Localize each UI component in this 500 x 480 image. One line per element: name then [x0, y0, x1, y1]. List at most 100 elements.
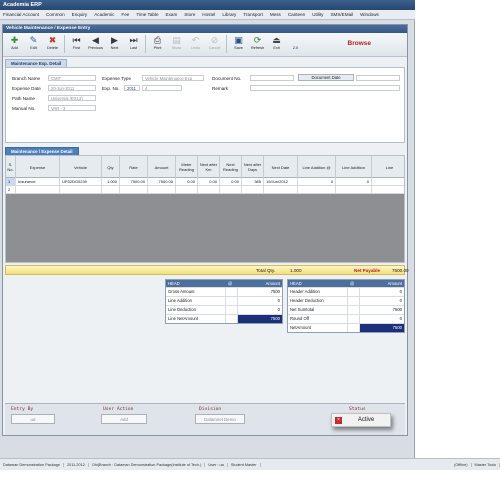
remark-field[interactable] — [250, 85, 400, 91]
column-header[interactable]: Line Addition — [336, 156, 372, 178]
undo-button[interactable]: ↶ Undo — [186, 35, 205, 55]
column-header[interactable]: Meter Reading — [176, 156, 198, 178]
column-header[interactable]: Amount — [148, 156, 176, 178]
document-date-button[interactable]: Document Date — [298, 74, 354, 81]
status-active-chip[interactable]: × Active — [331, 413, 391, 427]
table-cell[interactable] — [372, 178, 404, 186]
summary-rate[interactable] — [348, 315, 360, 323]
menu-item[interactable]: Utility — [312, 12, 323, 17]
table-cell[interactable] — [102, 186, 120, 194]
menu-item[interactable]: SMS/EMail — [330, 12, 353, 17]
table-cell[interactable] — [242, 186, 264, 194]
menu-item[interactable]: Library — [222, 12, 236, 17]
close-icon[interactable]: × — [335, 416, 342, 424]
menu-item[interactable]: Common — [46, 12, 65, 17]
menu-item[interactable]: Store — [184, 12, 195, 17]
summary-rate[interactable] — [348, 288, 360, 296]
expense-type-field[interactable]: Vehicle Maintenance Exp — [142, 75, 204, 81]
summary-rate[interactable] — [226, 315, 238, 323]
menu-item[interactable]: Mess — [270, 12, 281, 17]
table-cell[interactable] — [198, 186, 220, 194]
cancel-button[interactable]: ⊘ Cancel — [205, 35, 224, 55]
tab-maintenance-exp-detail[interactable]: Maintenance Exp. Detail — [5, 59, 68, 67]
menu-item[interactable]: Fee — [121, 12, 129, 17]
table-cell[interactable]: 0.00 — [176, 178, 198, 186]
table-cell[interactable] — [176, 186, 198, 194]
table-cell[interactable]: 1.000 — [102, 178, 120, 186]
table-cell[interactable]: 0.00 — [198, 178, 220, 186]
delete-button[interactable]: ✖ Delete — [43, 35, 62, 55]
table-cell[interactable]: 7500.00 — [148, 178, 176, 186]
column-header[interactable]: Line — [372, 156, 404, 178]
table-row[interactable]: 1 Insurance UP32DG0239 1.000 7500.00 7500.00 0… — [6, 178, 404, 186]
column-header[interactable]: Next after Km — [198, 156, 220, 178]
table-cell[interactable]: 365 — [242, 178, 264, 186]
branch-field[interactable]: CMIT — [48, 75, 96, 81]
exp-no-field[interactable]: 4 — [142, 85, 182, 91]
column-header[interactable]: Rate — [120, 156, 148, 178]
menu-item[interactable]: Academic — [94, 12, 114, 17]
document-no-field[interactable] — [250, 75, 294, 81]
summary-rate[interactable] — [348, 306, 360, 314]
last-button[interactable]: ⏭ Last — [124, 35, 143, 55]
browse-link[interactable]: Browse — [348, 40, 371, 47]
column-header[interactable]: Next after Days — [242, 156, 264, 178]
path-field[interactable]: Universal (EX13) — [48, 95, 96, 101]
table-cell[interactable] — [220, 186, 242, 194]
column-header[interactable]: Next Reading — [220, 156, 242, 178]
manual-no-field[interactable]: VAR - 3 — [48, 105, 96, 111]
menu-item[interactable]: Windows — [360, 12, 379, 17]
table-cell[interactable]: 7500.00 — [120, 178, 148, 186]
table-cell[interactable] — [336, 186, 372, 194]
menu-item[interactable]: Canteen — [288, 12, 305, 17]
column-header[interactable]: Next Date — [264, 156, 298, 178]
table-cell[interactable]: 0 — [336, 178, 372, 186]
add-button[interactable]: ✚ Add — [5, 35, 24, 55]
exp-no-year-field[interactable]: 2011 — [124, 85, 140, 91]
expense-date-field[interactable]: 20-Jun-2011 — [48, 85, 96, 91]
table-cell[interactable] — [298, 186, 336, 194]
column-header[interactable]: Qty — [102, 156, 120, 178]
exit-button[interactable]: ⏏ Exit — [267, 35, 286, 55]
print-button[interactable]: ⎙ Print — [148, 35, 167, 55]
table-cell[interactable] — [120, 186, 148, 194]
menu-item[interactable]: Financial Account — [3, 12, 39, 17]
show-button[interactable]: ▤ Show — [167, 35, 186, 55]
entry-by-field: ua — [11, 414, 55, 424]
save-button[interactable]: ▣ Save — [229, 35, 248, 55]
table-cell[interactable] — [372, 186, 404, 194]
document-date-field[interactable] — [356, 75, 400, 81]
summary-rate[interactable] — [226, 297, 238, 305]
table-cell[interactable]: Insurance — [16, 178, 60, 186]
summary-rate[interactable] — [226, 288, 238, 296]
summary-rate[interactable] — [348, 297, 360, 305]
menu-item[interactable]: Exam — [166, 12, 178, 17]
table-cell[interactable] — [60, 186, 102, 194]
first-button[interactable]: ⏮ First — [67, 35, 86, 55]
menu-item[interactable]: Enquiry — [72, 12, 88, 17]
menu-item[interactable]: Time Table — [136, 12, 158, 17]
column-header[interactable]: Expense — [16, 156, 60, 178]
previous-button[interactable]: ◀ Previous — [86, 35, 105, 55]
tab-maintenance-expense-detail[interactable]: Maintenance / Expense Detail — [5, 147, 79, 155]
table-row[interactable]: 2 — [6, 186, 404, 194]
table-cell[interactable]: 19/Jun/2012 — [264, 178, 298, 186]
menu-item[interactable]: Transport — [243, 12, 263, 17]
column-header[interactable]: S. No. — [6, 156, 16, 178]
table-cell[interactable] — [148, 186, 176, 194]
refresh-button[interactable]: ⟳ Refresh — [248, 35, 267, 55]
column-header[interactable]: Line Addition @ — [298, 156, 336, 178]
table-cell[interactable] — [264, 186, 298, 194]
summary-rate[interactable] — [226, 306, 238, 314]
next-button[interactable]: ▶ Next — [105, 35, 124, 55]
table-cell[interactable] — [16, 186, 60, 194]
table-cell[interactable]: UP32DG0239 — [60, 178, 102, 186]
summary-rate[interactable] — [348, 324, 360, 332]
table-cell[interactable]: 0 — [298, 178, 336, 186]
column-header[interactable]: Vehicle — [60, 156, 102, 178]
menu-item[interactable]: Hostel — [202, 12, 215, 17]
table-cell[interactable]: 2 — [6, 186, 16, 194]
table-cell[interactable]: 0.00 — [220, 178, 242, 186]
table-cell[interactable]: 1 — [6, 178, 16, 186]
edit-button[interactable]: ✎ Edit — [24, 35, 43, 55]
